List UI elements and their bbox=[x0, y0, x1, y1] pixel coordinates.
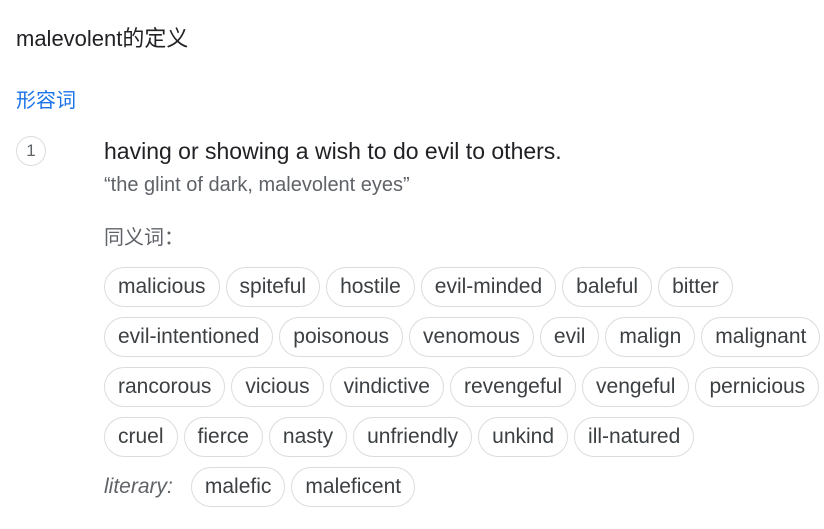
synonym-chip[interactable]: bitter bbox=[658, 267, 733, 307]
synonym-chip[interactable]: ill-natured bbox=[574, 417, 695, 457]
definition-text: having or showing a wish to do evil to o… bbox=[104, 138, 562, 164]
synonym-chip[interactable]: vicious bbox=[231, 367, 324, 407]
literary-label: literary: bbox=[104, 475, 173, 498]
synonym-chip[interactable]: nasty bbox=[268, 417, 348, 457]
sense-number-badge: 1 bbox=[16, 136, 46, 166]
synonym-chip[interactable]: spiteful bbox=[225, 267, 321, 307]
synonym-chip[interactable]: evil-intentioned bbox=[104, 317, 274, 357]
synonym-chip[interactable]: vengeful bbox=[582, 367, 690, 407]
synonym-chip[interactable]: malign bbox=[605, 317, 696, 357]
synonym-row: rancorous vicious vindictive revengeful … bbox=[104, 367, 820, 407]
literary-synonym-chip[interactable]: malefic bbox=[190, 467, 286, 507]
synonym-chip[interactable]: fierce bbox=[183, 417, 263, 457]
synonym-chip[interactable]: venomous bbox=[409, 317, 534, 357]
synonym-chip[interactable]: rancorous bbox=[104, 367, 226, 407]
definition-title: malevolent的定义 bbox=[16, 26, 189, 51]
synonym-row: cruel fierce nasty unfriendly unkind ill… bbox=[104, 417, 695, 457]
synonym-chip[interactable]: pernicious bbox=[695, 367, 820, 407]
synonym-chip[interactable]: baleful bbox=[562, 267, 653, 307]
part-of-speech-label: 形容词 bbox=[16, 90, 76, 112]
synonym-row: evil-intentioned poisonous venomous evil… bbox=[104, 317, 821, 357]
synonym-chip[interactable]: unkind bbox=[478, 417, 569, 457]
example-sentence: “the glint of dark, malevolent eyes” bbox=[104, 174, 410, 196]
synonym-row: malicious spiteful hostile evil-minded b… bbox=[104, 267, 733, 307]
synonym-chip[interactable]: malicious bbox=[104, 267, 220, 307]
synonym-chip[interactable]: evil-minded bbox=[420, 267, 557, 307]
synonym-chip[interactable]: vindictive bbox=[329, 367, 444, 407]
synonym-chip[interactable]: hostile bbox=[326, 267, 415, 307]
synonym-chip[interactable]: evil bbox=[539, 317, 600, 357]
synonym-chip[interactable]: poisonous bbox=[279, 317, 404, 357]
literary-synonym-chip[interactable]: maleficent bbox=[291, 467, 416, 507]
synonym-chip[interactable]: revengeful bbox=[449, 367, 577, 407]
synonym-chip[interactable]: unfriendly bbox=[353, 417, 473, 457]
synonym-chip[interactable]: cruel bbox=[104, 417, 178, 457]
synonyms-label: 同义词： bbox=[104, 227, 184, 249]
literary-synonym-row: literary: malefic maleficent bbox=[104, 467, 416, 507]
synonym-chip[interactable]: malignant bbox=[701, 317, 821, 357]
